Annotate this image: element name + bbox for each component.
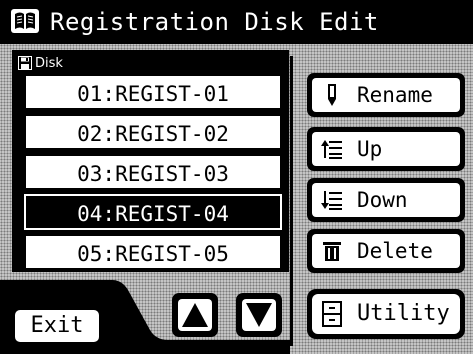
- list-item[interactable]: 02:REGIST-02: [24, 114, 282, 150]
- scroll-down-button[interactable]: [236, 293, 282, 337]
- move-down-button[interactable]: Down: [307, 178, 465, 222]
- window-title: Registration Disk Edit: [50, 8, 379, 36]
- list-item[interactable]: 05:REGIST-05: [24, 234, 282, 270]
- floppy-disk-icon: [18, 56, 32, 70]
- scroll-up-button[interactable]: [172, 293, 218, 337]
- utility-button-label: Utility: [357, 301, 450, 326]
- list-down-icon: [321, 191, 342, 210]
- list-item[interactable]: 03:REGIST-03: [24, 154, 282, 190]
- pen-icon: [328, 84, 336, 106]
- trash-icon: [323, 242, 341, 261]
- move-up-button-label: Up: [357, 137, 383, 161]
- cabinet-icon: [322, 301, 342, 327]
- list-item-selected[interactable]: 04:REGIST-04: [24, 194, 282, 230]
- registration-disk-edit-screen: Registration Disk Edit Disk 01:REGIST-01…: [0, 0, 473, 354]
- triangle-down-icon: [246, 303, 272, 327]
- move-down-button-label: Down: [357, 188, 408, 212]
- utility-button[interactable]: Utility: [307, 289, 465, 339]
- delete-button[interactable]: Delete: [307, 229, 465, 273]
- list-item[interactable]: 01:REGIST-01: [24, 74, 282, 110]
- book-icon: [11, 9, 39, 33]
- registration-list: 01:REGIST-01 02:REGIST-02 03:REGIST-03 0…: [24, 74, 282, 274]
- list-up-icon: [321, 140, 342, 159]
- rename-button[interactable]: Rename: [307, 73, 465, 117]
- title-bar: Registration Disk Edit: [0, 0, 473, 44]
- rename-button-label: Rename: [357, 83, 433, 107]
- disk-label-text: Disk: [35, 56, 63, 71]
- delete-button-label: Delete: [357, 239, 433, 263]
- exit-button[interactable]: Exit: [12, 307, 102, 345]
- disk-label: Disk: [18, 54, 63, 72]
- move-up-button[interactable]: Up: [307, 127, 465, 171]
- triangle-up-icon: [182, 303, 208, 327]
